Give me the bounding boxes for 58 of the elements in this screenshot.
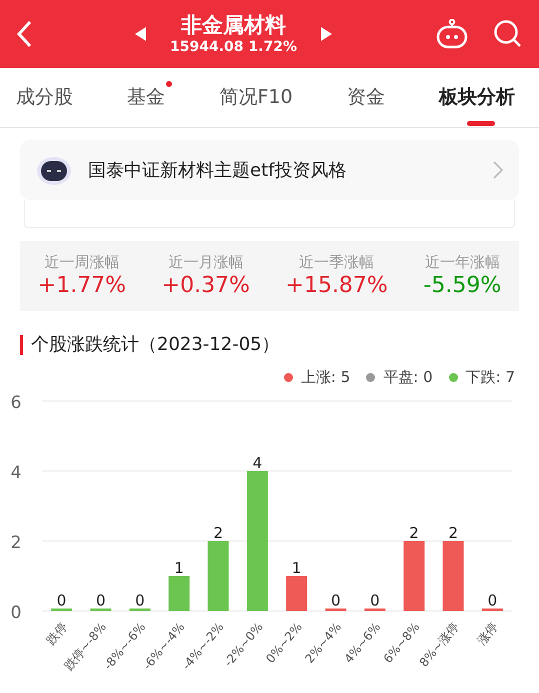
search-icon[interactable] bbox=[493, 19, 523, 49]
stat-label: 近一月涨幅 bbox=[167, 252, 244, 272]
tab[interactable]: 基金 bbox=[127, 77, 174, 128]
section-marker bbox=[20, 334, 23, 354]
chevron-right-icon bbox=[493, 161, 503, 179]
robot-icon[interactable] bbox=[435, 19, 469, 49]
y-tick-label: 6 bbox=[10, 392, 22, 412]
stat-value: -5.59% bbox=[423, 272, 502, 300]
tab[interactable]: 板块分析 bbox=[438, 77, 523, 128]
bar bbox=[208, 540, 229, 610]
bar-value-label: 0 bbox=[488, 591, 498, 609]
stat-value: +1.77% bbox=[38, 272, 126, 300]
x-axis-label: 涨停 bbox=[474, 619, 501, 647]
bar-value-label: 0 bbox=[96, 591, 106, 609]
section-title: 个股涨跌统计（2023-12-05） bbox=[31, 333, 280, 357]
stat-label: 近一年涨幅 bbox=[424, 252, 501, 272]
tab[interactable]: 简况F10 bbox=[219, 77, 301, 128]
bar-value-label: 1 bbox=[292, 558, 302, 576]
index-quote: 15944.08 1.72% bbox=[170, 38, 297, 56]
bar-value-label: 2 bbox=[448, 524, 458, 542]
fund-banner[interactable]: 国泰中证新材料主题etf投资风格 bbox=[20, 140, 519, 200]
stat-value: +0.37% bbox=[162, 272, 250, 300]
bar-value-label: 0 bbox=[370, 591, 380, 609]
x-axis-label: 跌停 bbox=[44, 619, 70, 647]
y-tick-label: 4 bbox=[10, 462, 22, 482]
bar-value-label: 0 bbox=[56, 591, 66, 609]
bar bbox=[482, 608, 503, 610]
bar bbox=[404, 540, 425, 610]
active-tab-indicator bbox=[466, 120, 495, 126]
tab[interactable]: 资金 bbox=[346, 77, 393, 128]
bar bbox=[442, 540, 464, 610]
tab[interactable]: 成分股 bbox=[16, 77, 81, 128]
bar bbox=[90, 608, 112, 610]
stat-label: 近一周涨幅 bbox=[43, 252, 120, 272]
legend-label: 上涨: 5 bbox=[300, 367, 350, 388]
previous-icon[interactable] bbox=[135, 27, 146, 41]
bar-value-label: 0 bbox=[330, 591, 341, 609]
legend-label: 下跌: 7 bbox=[466, 367, 515, 388]
bar bbox=[51, 608, 72, 610]
bar-value-label: 2 bbox=[213, 524, 224, 542]
bar bbox=[325, 608, 346, 610]
y-tick-label: 2 bbox=[10, 532, 22, 552]
robot-avatar-icon bbox=[36, 154, 72, 186]
header-title: 非金属材料 bbox=[180, 12, 287, 38]
next-icon[interactable] bbox=[320, 27, 332, 41]
bar-value-label: 1 bbox=[174, 558, 184, 576]
bar bbox=[129, 608, 150, 610]
stat-label: 近一季涨幅 bbox=[298, 252, 376, 272]
bar-value-label: 2 bbox=[409, 524, 419, 542]
bar bbox=[168, 576, 190, 610]
back-icon[interactable] bbox=[16, 20, 32, 48]
bar bbox=[364, 608, 386, 610]
bar bbox=[286, 576, 308, 610]
y-tick-label: 0 bbox=[10, 602, 22, 622]
legend-label: 平盘: 0 bbox=[383, 367, 433, 388]
bar-value-label: 4 bbox=[252, 454, 262, 472]
bar-value-label: 0 bbox=[135, 591, 145, 609]
stat-value: +15.87% bbox=[286, 272, 388, 300]
